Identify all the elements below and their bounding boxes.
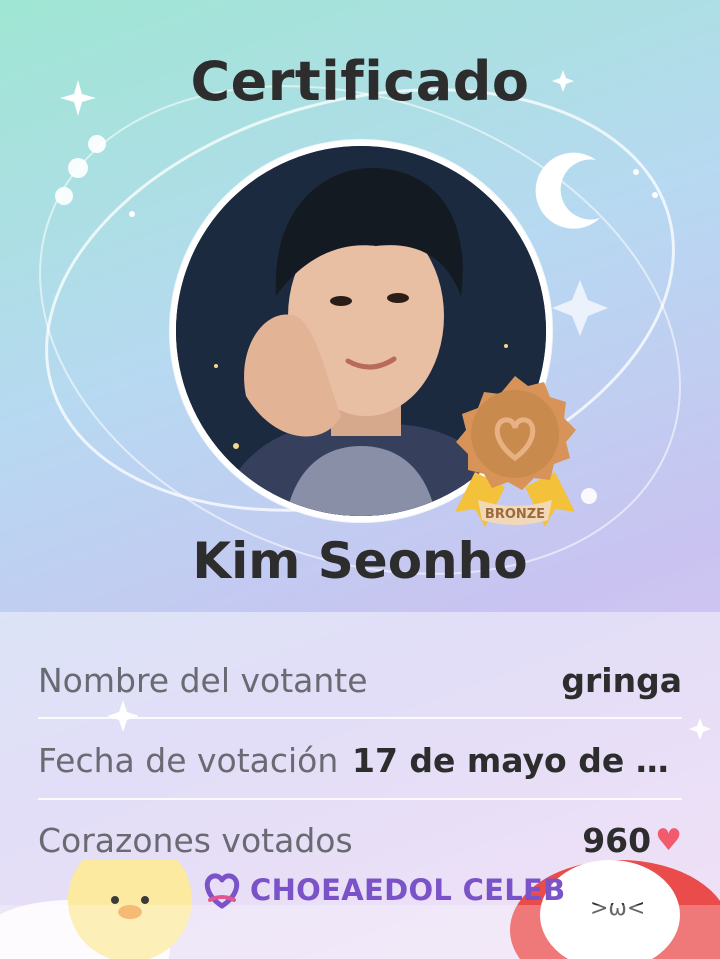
certificate-card: Certificado BRONZE Kim Seonho Nombre del… <box>0 0 720 959</box>
vote-date-row: Fecha de votación 17 de mayo de 2... <box>38 720 682 800</box>
certificate-title: Certificado <box>190 50 530 113</box>
voter-name-row: Nombre del votante gringa <box>38 640 682 720</box>
choeaedol-heart-logo-icon <box>204 873 240 909</box>
hearts-voted-label: Corazones votados <box>38 820 353 860</box>
heart-icon: ♥ <box>655 822 682 858</box>
vote-date-label: Fecha de votación <box>38 740 339 780</box>
bottom-strip <box>0 905 720 959</box>
bronze-medal-icon: BRONZE <box>455 376 576 527</box>
brand-name: CHOEAEDOL CELEB <box>250 873 566 907</box>
hearts-voted-value: 960 <box>582 820 652 860</box>
voter-name-label: Nombre del votante <box>38 660 368 700</box>
brand-logo: CHOEAEDOL CELEB <box>200 868 566 912</box>
vote-date-value: 17 de mayo de 2... <box>352 740 682 780</box>
voter-name-value: gringa <box>561 660 682 700</box>
row-divider <box>38 717 682 719</box>
medal-badge-label: BRONZE <box>485 507 545 522</box>
hearts-voted-value-group: 960 ♥ <box>582 821 682 860</box>
celebrity-name: Kim Seonho <box>192 532 528 590</box>
